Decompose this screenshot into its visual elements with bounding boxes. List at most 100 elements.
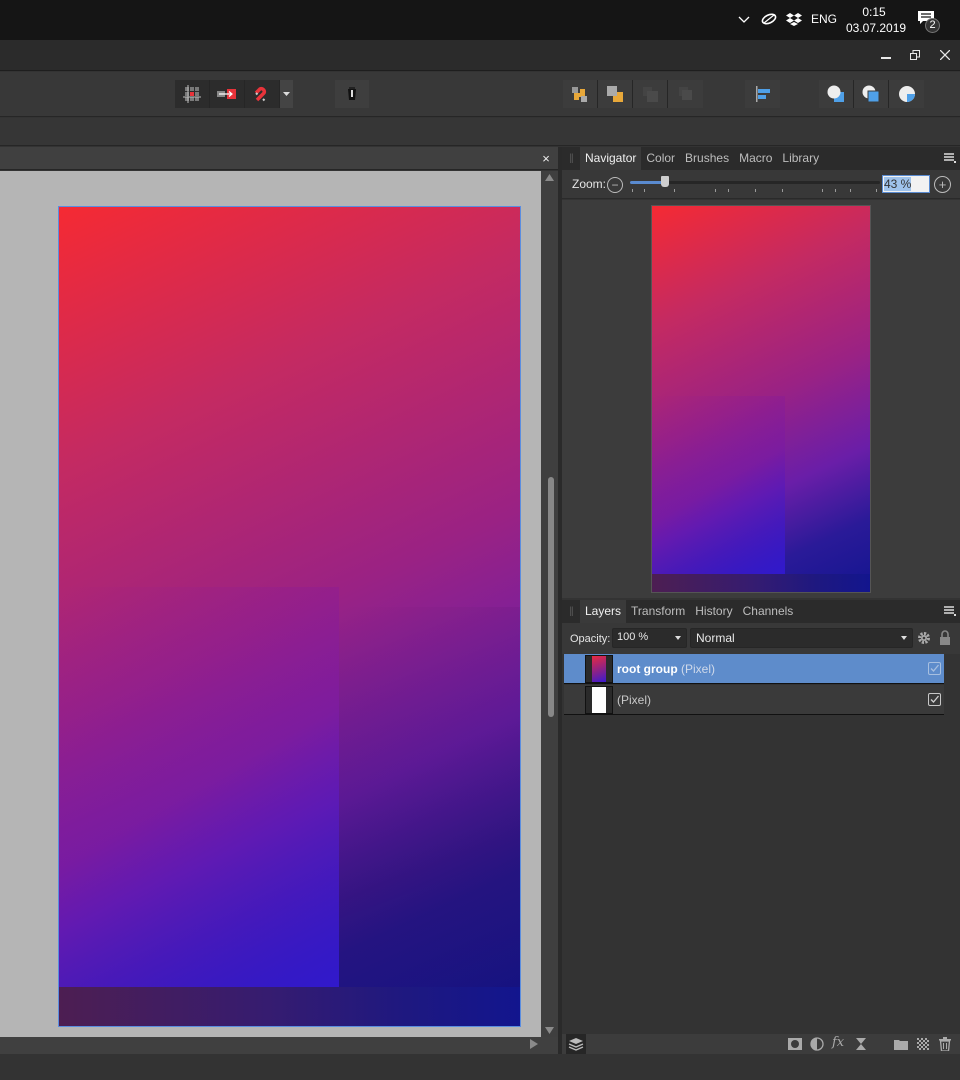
opacity-value: 100 % [617,631,649,643]
zoom-label: Zoom: [572,177,607,191]
navigator-preview-area[interactable] [562,200,960,598]
bring-to-front-icon [607,86,623,102]
chevron-up-icon[interactable] [736,11,752,27]
tab-brushes[interactable]: Brushes [680,147,734,170]
tab-navigator[interactable]: Navigator [580,147,642,170]
magnet-snapping-button[interactable] [245,80,280,108]
tab-layers[interactable]: Layers [580,600,627,623]
snapping-grid-button[interactable] [175,80,210,108]
add-boolean-button[interactable] [819,80,854,108]
restore-button[interactable] [900,40,930,70]
thumbnail-bottom-strip [652,574,870,592]
thumbnail-rectangle [652,396,785,574]
scroll-up-icon[interactable] [545,174,554,181]
zoom-out-button[interactable]: − [607,177,623,193]
app-title-bar [0,40,960,71]
live-filter-icon[interactable] [854,1037,868,1051]
slider-tick [674,189,675,192]
panel-grip-handle[interactable]: || [562,600,580,623]
group-folder-icon[interactable] [894,1037,908,1051]
layer-visibility-checkbox[interactable] [928,693,941,706]
action-center-button[interactable]: 2 [917,10,941,33]
slider-tick [728,189,729,192]
panel-menu-icon[interactable] [944,152,956,164]
gear-icon[interactable] [917,631,931,645]
layer-row[interactable]: (Pixel) [564,685,944,715]
zoom-value-input[interactable]: 43 % [882,175,930,193]
context-toolbar [0,118,960,146]
close-window-button[interactable] [930,40,960,70]
tab-color[interactable]: Color [641,147,680,170]
layer-thumbnail [585,686,613,714]
assistant-group [335,80,369,108]
navigator-panel-tabs: || Navigator Color Brushes Macro Library [562,147,960,170]
canvas-area[interactable] [0,171,541,1037]
tab-library[interactable]: Library [777,147,824,170]
bottom-gradient-strip [59,987,520,1026]
subtract-boolean-button[interactable] [854,80,889,108]
intersect-boolean-button[interactable] [889,80,924,108]
scroll-down-icon[interactable] [545,1027,554,1034]
horizontal-scrollbar[interactable] [0,1037,558,1054]
fx-icon[interactable]: fx [832,1035,848,1050]
close-icon [940,50,950,60]
mask-icon[interactable] [788,1037,802,1051]
add-pixel-layer-icon[interactable] [916,1037,930,1051]
navigator-thumbnail[interactable] [651,205,871,593]
panel-grip-handle[interactable]: || [562,147,580,170]
layer-visibility-checkbox[interactable] [928,662,941,675]
slider-tick [822,189,823,192]
opacity-dropdown[interactable]: 100 % [612,628,687,648]
magnet-snapping-icon [254,86,267,102]
zoom-in-button[interactable]: + [934,176,951,193]
layer-name-label: (Pixel) [617,693,651,707]
clock-time: 0:15 [862,5,886,19]
close-document-button[interactable]: × [538,150,554,166]
tab-channels[interactable]: Channels [738,600,799,623]
slider-tick [782,189,783,192]
layer-type: (Pixel) [681,662,716,676]
chevron-down-icon [675,636,681,640]
tab-history[interactable]: History [690,600,737,623]
add-boolean-icon [827,85,844,102]
send-to-back-button[interactable] [668,80,703,108]
language-indicator[interactable]: ENG [811,12,837,26]
clock[interactable]: 0:15 03.07.2019 [846,4,906,36]
vertical-scroll-thumb[interactable] [548,477,554,717]
document-tab-bar: × [0,147,558,170]
minus-icon: − [611,178,619,192]
notification-badge: 2 [925,18,940,33]
layers-stack-icon [568,1038,584,1051]
move-forward-button[interactable] [563,80,598,108]
align-left-button[interactable] [745,80,780,108]
panel-menu-icon[interactable] [944,605,956,617]
snap-to-object-button[interactable] [210,80,245,108]
slider-tick [715,189,716,192]
slider-tick [644,189,645,192]
gradient-rectangle-layer[interactable] [59,587,339,987]
scroll-right-icon[interactable] [530,1039,538,1049]
layers-footer-toolbar: fx [562,1034,960,1054]
adjustment-icon[interactable] [810,1037,824,1051]
bring-to-front-button[interactable] [598,80,633,108]
checkmark-icon [930,695,939,703]
vertical-scrollbar[interactable] [541,171,558,1037]
artboard[interactable] [58,206,521,1027]
layers-stack-button[interactable] [566,1034,586,1054]
layer-row[interactable]: root group (Pixel) [564,654,944,684]
layer-name-label: root group (Pixel) [617,662,715,676]
tab-transform[interactable]: Transform [626,600,690,623]
minimize-button[interactable] [871,40,901,70]
snapping-dropdown-button[interactable] [280,80,293,108]
slider-tick [850,189,851,192]
delete-icon[interactable] [938,1037,952,1051]
dropbox-icon[interactable] [786,11,802,27]
lock-icon[interactable] [939,630,951,645]
blend-mode-dropdown[interactable]: Normal [690,628,913,648]
assistant-button[interactable] [335,80,369,108]
move-back-icon [643,87,658,102]
move-back-button[interactable] [633,80,668,108]
windows-taskbar: ENG 0:15 03.07.2019 2 [0,0,960,40]
tab-macro[interactable]: Macro [734,147,777,170]
leaf-app-icon[interactable] [760,11,778,27]
